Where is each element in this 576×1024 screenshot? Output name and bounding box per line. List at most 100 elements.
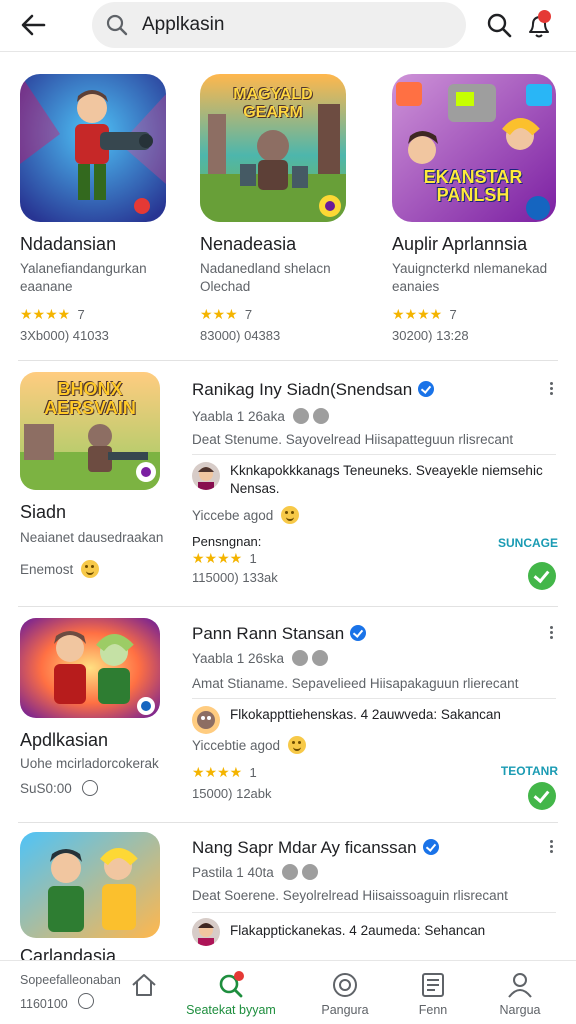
app-meta: 115000) 133ak — [192, 570, 278, 585]
divider — [192, 912, 556, 913]
divider — [192, 454, 556, 455]
app-name: Siadn — [20, 502, 67, 522]
nav-label: Pangura — [321, 1003, 369, 1017]
divider — [18, 360, 558, 361]
nav-label: Fenn — [418, 1003, 448, 1017]
notification-bell-icon[interactable] — [524, 10, 554, 40]
summary-title: Sopeefalleonaban — [20, 973, 121, 987]
app-rating: ★★★★ 7 — [392, 306, 457, 322]
badge-icon — [301, 864, 318, 880]
heart-icon — [78, 993, 94, 1009]
avatar — [192, 918, 220, 946]
app-artwork: BHONX AERSVAIN — [20, 372, 160, 490]
nav-label: Seatekat byyam — [186, 1003, 276, 1017]
featured-card[interactable]: EKANSTAR PANLSH Auplir Aprlannsia Yauign… — [392, 72, 562, 352]
item-title[interactable]: Pann Rann Stansan — [192, 624, 367, 644]
app-rating: ★★★★ 1 — [192, 764, 257, 780]
item-description: Amat Stianame. Sepavelieed Hiisapakaguun… — [192, 676, 519, 691]
reply-text: Yiccebe agod — [192, 506, 300, 524]
summary-block: Sopeefalleonaban 1160100 — [0, 961, 128, 1024]
app-name: Apdlkasian — [20, 730, 109, 750]
app-subtitle: Uohe mcirladorcokerak — [20, 756, 159, 771]
star-rating-icon: ★★★★ — [192, 550, 243, 566]
info-icon — [81, 780, 98, 796]
list-item[interactable]: BHONX AERSVAIN Siadn Neaianet dausedraak… — [0, 372, 576, 600]
target-icon — [333, 973, 357, 997]
more-options-icon[interactable] — [548, 624, 554, 642]
divider — [192, 698, 556, 699]
nav-label: Nargua — [499, 1003, 541, 1017]
avatar — [192, 462, 220, 490]
nav-search[interactable]: Seatekat byyam — [176, 961, 286, 1024]
emoji-icon — [281, 506, 300, 524]
summary-value: 1160100 — [20, 997, 68, 1011]
item-title[interactable]: Nang Sapr Mdar Ay ficanssan — [192, 838, 439, 858]
item-meta: Pastila 1 40ta — [192, 864, 318, 880]
nav-profile[interactable]: Nargua — [480, 961, 560, 1024]
star-rating-icon: ★★★ — [200, 306, 238, 322]
status-tag: TEOTANR — [500, 764, 558, 778]
notification-badge — [538, 10, 551, 23]
item-description: Deat Stenume. Sayovelread Hiisapatteguun… — [192, 432, 514, 447]
badge-icon — [291, 650, 308, 666]
verified-icon — [418, 381, 435, 397]
app-meta: 30200) 13:28 — [392, 328, 469, 343]
app-meta: 3Xb000) 41033 — [20, 328, 109, 343]
star-rating-icon: ★★★★ — [192, 764, 243, 780]
app-meta: 15000) 12abk — [192, 786, 272, 801]
featured-card[interactable]: Ndadansian Yalanefiandangurkan eaanane ★… — [20, 72, 190, 352]
app-subtitle: Neaianet dausedraakan — [20, 530, 164, 545]
app-extra: SuS0:00 — [20, 780, 98, 796]
home-icon — [132, 974, 156, 996]
art-caption: MAGYALD GEARM — [233, 86, 313, 121]
item-meta: Yaabla 1 26ska — [192, 650, 328, 666]
app-rating: ★★★★ 1 — [192, 550, 257, 566]
arrow-left-icon[interactable] — [18, 10, 52, 40]
app-subtitle: Nadanedland shelacn Olechad — [200, 261, 331, 294]
app-artwork — [20, 618, 160, 718]
install-button[interactable] — [528, 782, 556, 810]
verified-icon — [350, 625, 367, 641]
nav-document[interactable]: Fenn — [394, 961, 472, 1024]
reply-text: Yiccebtie agod — [192, 736, 307, 754]
featured-card[interactable]: MAGYALD GEARM Nenadeasia Nadanedland she… — [200, 72, 370, 352]
app-artwork: MAGYALD GEARM — [200, 74, 346, 222]
emoji-icon — [81, 560, 100, 578]
app-meta: 83000) 04383 — [200, 328, 281, 343]
more-options-icon[interactable] — [548, 838, 554, 856]
list-item[interactable]: Carlandasia Nang Sapr Mdar Ay ficanssan … — [0, 832, 576, 966]
verified-icon — [422, 839, 439, 855]
bottom-navigation: Sopeefalleonaban 1160100 Seatekat byyam … — [0, 960, 576, 1024]
star-rating-icon: ★★★★ — [392, 306, 443, 322]
search-input[interactable]: Applkasin — [142, 14, 224, 36]
app-title: Auplir Aprlannsia — [392, 234, 528, 254]
app-subtitle: Yauigncterkd nlemanekad eanaies — [392, 261, 548, 294]
badge-icon — [292, 408, 309, 424]
star-rating-icon: ★★★★ — [20, 306, 71, 322]
item-title[interactable]: Ranikag Iny Siadn(Snendsan — [192, 380, 435, 400]
nav-target[interactable]: Pangura — [300, 961, 390, 1024]
avatar — [192, 706, 220, 734]
badge-icon — [312, 408, 329, 424]
art-caption: EKANSTAR PANLSH — [423, 167, 523, 205]
document-icon — [422, 973, 444, 997]
top-app-bar: Applkasin — [0, 0, 576, 52]
app-artwork — [20, 74, 166, 222]
more-options-icon[interactable] — [548, 380, 554, 398]
search-badge-icon — [219, 971, 244, 998]
nav-home[interactable] — [118, 961, 170, 1024]
search-bar[interactable]: Applkasin — [92, 2, 466, 48]
item-meta: Yaabla 1 26aka — [192, 408, 329, 424]
search-icon — [106, 14, 128, 36]
app-extra: Enemost — [20, 560, 100, 578]
app-rating: ★★★ 7 — [200, 306, 253, 322]
divider — [18, 606, 558, 607]
search-icon[interactable] — [486, 12, 512, 38]
app-subtitle: Yalanefiandangurkan eaanane — [20, 261, 147, 294]
stat-label: Pensngnan: — [192, 534, 262, 549]
list-item[interactable]: Apdlkasian Uohe mcirladorcokerak SuS0:00… — [0, 618, 576, 818]
install-button[interactable] — [528, 562, 556, 590]
app-artwork — [20, 832, 160, 938]
person-icon — [508, 973, 532, 998]
app-artwork: EKANSTAR PANLSH — [392, 74, 556, 222]
